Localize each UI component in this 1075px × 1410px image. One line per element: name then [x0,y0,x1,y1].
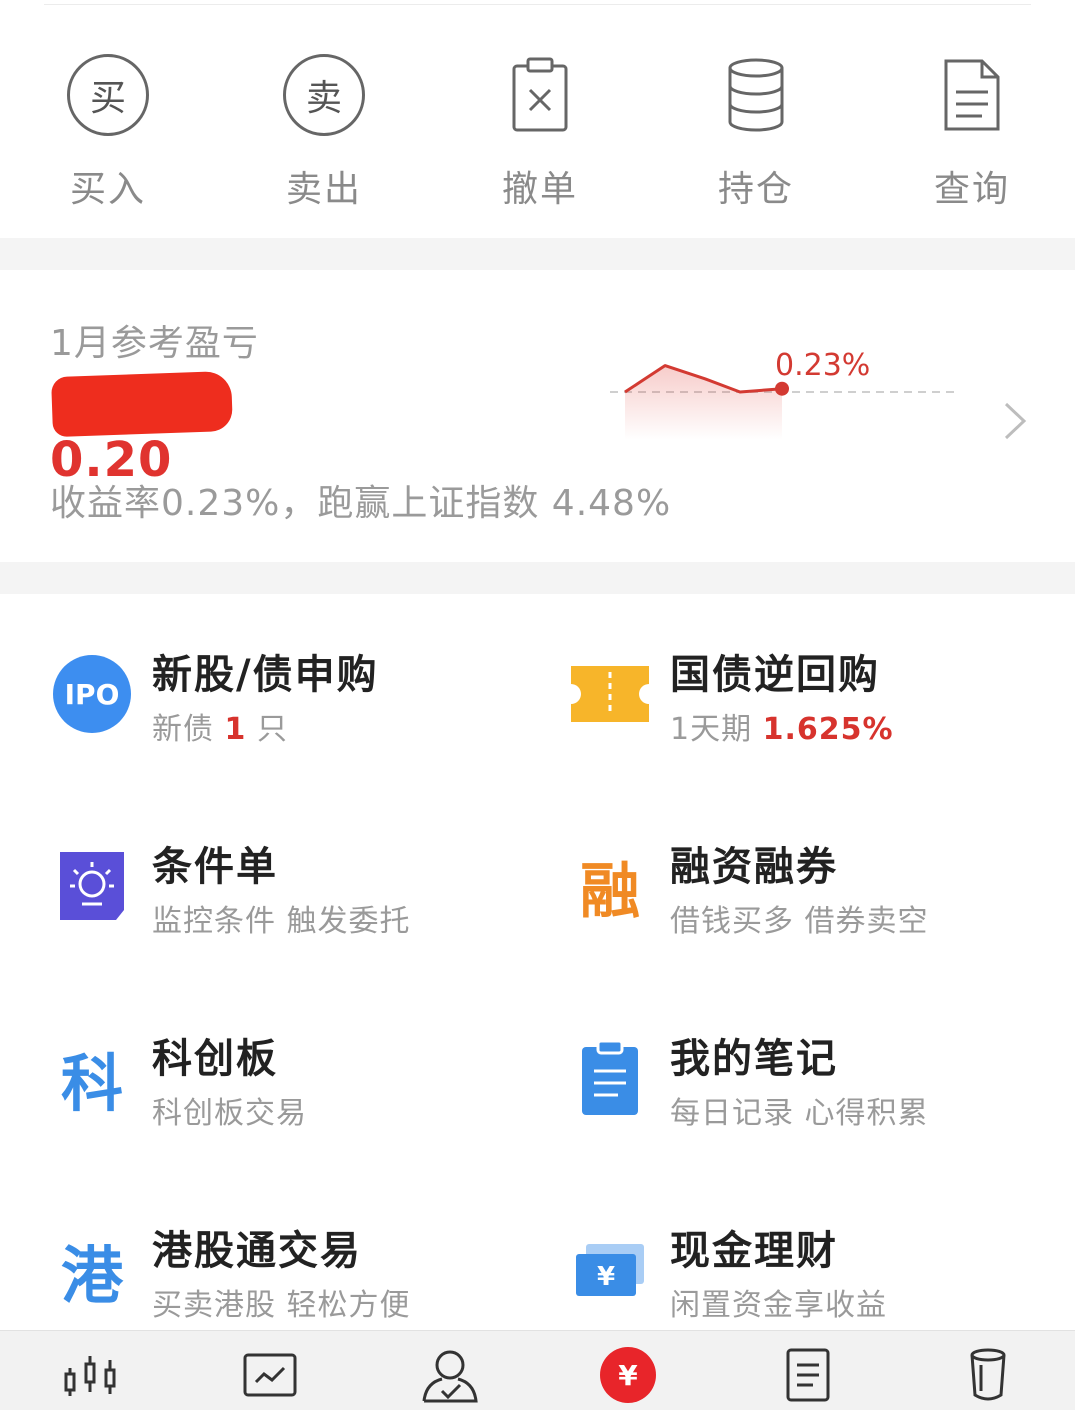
hk-connect-icon: 港 [60,1239,123,1312]
holdings-label: 持仓 [717,169,794,210]
cancel-order-icon [495,50,585,140]
feature-subtitle: 闲置资金享收益 [670,1288,887,1323]
holdings-button[interactable]: 持仓 [648,50,864,212]
sell-icon: 卖 [279,50,369,140]
chart-tab-icon[interactable] [240,1345,300,1405]
holdings-icon [711,50,801,140]
redaction-mark [51,370,233,438]
feature-star-market[interactable]: 科 科创板 科创板交易 [52,1026,572,1146]
quick-actions-panel: 买 买入 卖 卖出 撤单 持仓 查询 [0,0,1075,238]
buy-label: 买入 [69,169,146,210]
feature-grid: IPO 新股/债申购 新债 1 只 国债逆回购 1天期 1.625% 条件单 监… [0,594,1075,1334]
pnl-rate-text: 收益率0.23%，跑赢上证指数 4.48% [50,483,672,524]
divider [44,4,1031,5]
svg-text:¥: ¥ [597,1262,615,1292]
condition-order-icon [52,846,132,926]
feature-title: 融资融券 [670,844,838,890]
market-tab-icon[interactable] [60,1345,120,1405]
feature-cash-management[interactable]: ¥ 现金理财 闲置资金享收益 [570,1218,1075,1338]
feature-title: 科创板 [152,1036,278,1082]
feature-subtitle: 科创板交易 [152,1096,307,1131]
feature-title: 国债逆回购 [670,652,880,698]
margin-trading-icon: 融 [580,856,640,927]
pnl-amount-wrap: 0.20 [50,370,310,488]
trade-tab-icon[interactable]: ¥ [598,1345,658,1405]
account-tab-icon[interactable] [420,1345,480,1405]
news-tab-icon[interactable] [778,1345,838,1405]
sell-button[interactable]: 卖 卖出 [216,50,432,212]
chevron-right-icon[interactable] [1000,398,1030,444]
monthly-pnl-card[interactable]: 1月参考盈亏 0.20 收益率0.23%，跑赢上证指数 4.48% 0.23% [0,270,1075,562]
feature-title: 条件单 [152,844,278,890]
feature-ipo-subscription[interactable]: IPO 新股/债申购 新债 1 只 [52,642,572,762]
buy-icon: 买 [63,50,153,140]
feature-my-notes[interactable]: 我的笔记 每日记录 心得积累 [570,1026,1075,1146]
feature-title: 新股/债申购 [152,652,379,698]
buy-button[interactable]: 买 买入 [0,50,216,212]
query-label: 查询 [933,169,1010,210]
feature-condition-order[interactable]: 条件单 监控条件 触发委托 [52,834,572,954]
feature-subtitle: 买卖港股 轻松方便 [152,1288,411,1323]
feature-subtitle: 每日记录 心得积累 [670,1096,929,1131]
feature-title: 现金理财 [670,1228,838,1274]
sparkline-end-dot [775,381,789,396]
cancel-order-button[interactable]: 撤单 [432,50,648,212]
feature-treasury-repo[interactable]: 国债逆回购 1天期 1.625% [570,642,1075,762]
sparkline-label: 0.23% [775,348,871,383]
feature-subtitle: 借钱买多 借券卖空 [670,904,929,939]
notes-icon [570,1038,650,1118]
sell-label: 卖出 [285,169,362,210]
query-icon [927,50,1017,140]
feature-margin-trading[interactable]: 融 融资融券 借钱买多 借券卖空 [570,834,1075,954]
bottom-tab-bar: ¥ [0,1330,1075,1410]
cash-management-icon: ¥ [570,1230,650,1310]
star-market-icon: 科 [60,1047,123,1120]
pnl-title: 1月参考盈亏 [50,323,259,364]
feature-title: 我的笔记 [670,1036,838,1082]
feature-title: 港股通交易 [152,1228,362,1274]
feature-subtitle: 1天期 1.625% [670,712,894,747]
cancel-order-label: 撤单 [501,169,578,210]
feature-hk-connect[interactable]: 港 港股通交易 买卖港股 轻松方便 [52,1218,572,1338]
feature-subtitle: 监控条件 触发委托 [152,904,411,939]
ipo-icon: IPO [52,654,132,734]
feature-subtitle: 新债 1 只 [152,712,288,747]
query-button[interactable]: 查询 [864,50,1075,212]
ticket-icon [570,654,650,734]
more-tab-icon[interactable] [958,1345,1018,1405]
